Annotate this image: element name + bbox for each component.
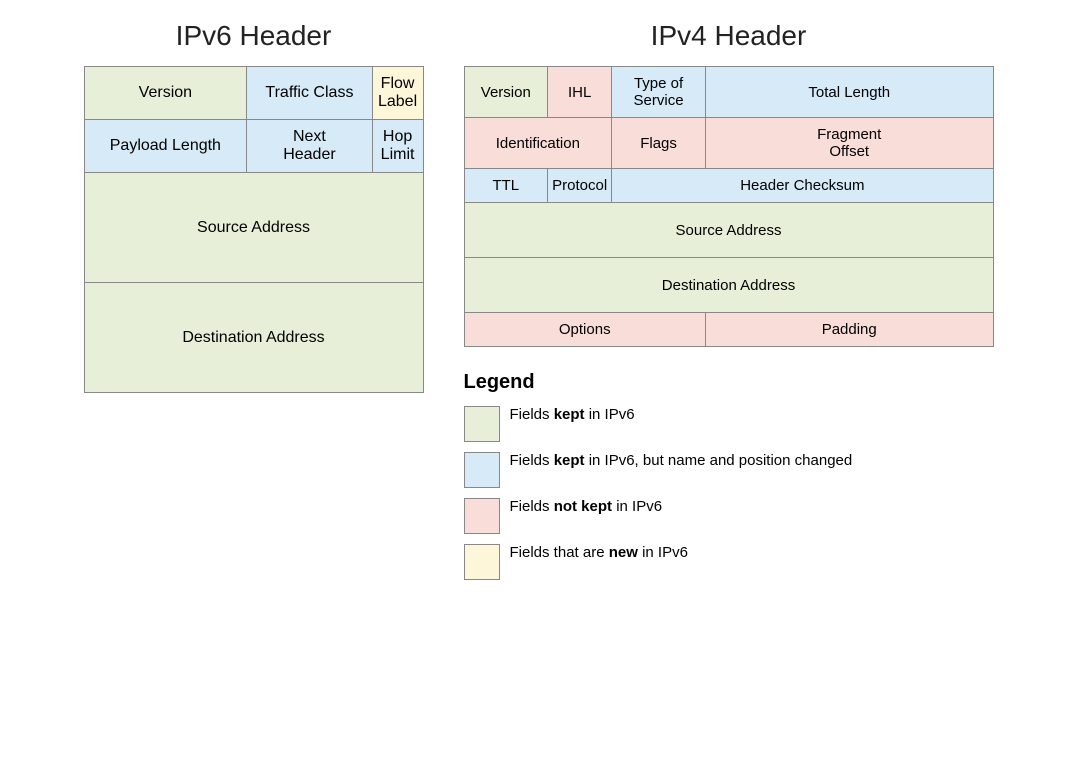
legend-item-kept-changed: Fields kept in IPv6, but name and positi… xyxy=(464,450,994,488)
ipv4-ihl: IHL xyxy=(548,67,612,118)
ipv4-protocol: Protocol xyxy=(548,169,612,203)
ipv4-fragment-offset: FragmentOffset xyxy=(705,118,993,169)
legend-text-kept-changed: Fields kept in IPv6, but name and positi… xyxy=(510,450,853,471)
ipv6-destination-address: Destination Address xyxy=(84,283,423,393)
legend-item-new: Fields that are new in IPv6 xyxy=(464,542,994,580)
ipv4-section: IPv4 Header Version IHL Type ofService T… xyxy=(464,20,994,588)
ipv4-options: Options xyxy=(464,313,705,347)
ipv6-row-3: Source Address xyxy=(84,173,423,283)
ipv4-row-3: TTL Protocol Header Checksum xyxy=(464,169,993,203)
ipv6-row-1: Version Traffic Class Flow Label xyxy=(84,67,423,120)
ipv4-title: IPv4 Header xyxy=(651,20,807,52)
ipv6-flow-label: Flow Label xyxy=(372,67,423,120)
ipv6-source-address: Source Address xyxy=(84,173,423,283)
ipv4-version: Version xyxy=(464,67,548,118)
ipv4-identification: Identification xyxy=(464,118,612,169)
ipv4-padding: Padding xyxy=(705,313,993,347)
ipv6-hop-limit: HopLimit xyxy=(372,120,423,173)
ipv6-row-2: Payload Length NextHeader HopLimit xyxy=(84,120,423,173)
legend-item-not-kept: Fields not kept in IPv6 xyxy=(464,496,994,534)
ipv6-section: IPv6 Header Version Traffic Class Flow L… xyxy=(84,20,424,393)
ipv4-table: Version IHL Type ofService Total Length … xyxy=(464,66,994,347)
ipv4-row-6: Options Padding xyxy=(464,313,993,347)
ipv6-row-4: Destination Address xyxy=(84,283,423,393)
legend: Legend Fields kept in IPv6 Fields kept i… xyxy=(464,371,994,588)
ipv6-version: Version xyxy=(84,67,247,120)
ipv6-traffic-class: Traffic Class xyxy=(247,67,372,120)
ipv6-title: IPv6 Header xyxy=(176,20,332,52)
ipv4-header-checksum: Header Checksum xyxy=(612,169,993,203)
legend-text-kept: Fields kept in IPv6 xyxy=(510,404,635,425)
ipv6-payload-length: Payload Length xyxy=(84,120,247,173)
legend-box-kept-changed xyxy=(464,452,500,488)
ipv6-next-header: NextHeader xyxy=(247,120,372,173)
ipv4-row-1: Version IHL Type ofService Total Length xyxy=(464,67,993,118)
main-container: IPv6 Header Version Traffic Class Flow L… xyxy=(20,20,1057,588)
ipv4-total-length: Total Length xyxy=(705,67,993,118)
legend-text-not-kept: Fields not kept in IPv6 xyxy=(510,496,663,517)
legend-title: Legend xyxy=(464,371,994,394)
legend-box-not-kept xyxy=(464,498,500,534)
ipv4-row-2: Identification Flags FragmentOffset xyxy=(464,118,993,169)
ipv4-destination-address: Destination Address xyxy=(464,258,993,313)
ipv4-type-of-service: Type ofService xyxy=(612,67,706,118)
legend-box-kept xyxy=(464,406,500,442)
legend-item-kept: Fields kept in IPv6 xyxy=(464,404,994,442)
ipv4-source-address: Source Address xyxy=(464,203,993,258)
ipv4-flags: Flags xyxy=(612,118,706,169)
legend-text-new: Fields that are new in IPv6 xyxy=(510,542,688,563)
ipv6-table: Version Traffic Class Flow Label Payload… xyxy=(84,66,424,393)
legend-box-new xyxy=(464,544,500,580)
ipv4-ttl: TTL xyxy=(464,169,548,203)
ipv4-row-5: Destination Address xyxy=(464,258,993,313)
ipv4-row-4: Source Address xyxy=(464,203,993,258)
